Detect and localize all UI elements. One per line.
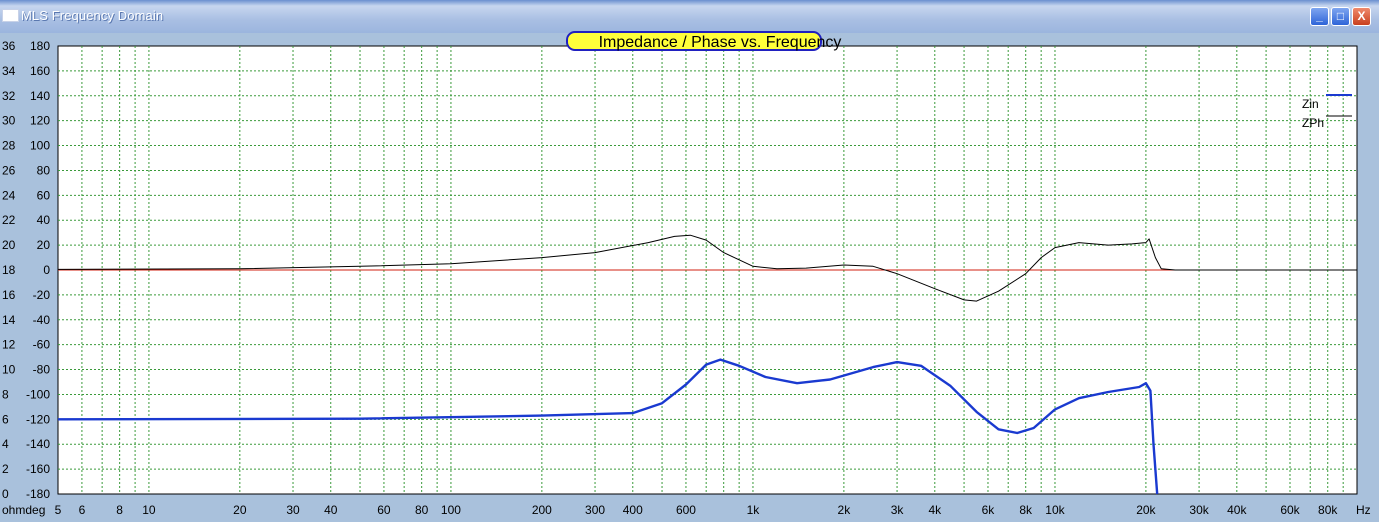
y-right-tick-label: -100 [26, 387, 50, 401]
y-right-tick-label: 180 [30, 39, 50, 53]
y-left-tick-label: 16 [2, 288, 16, 302]
y-right-tick-label: -160 [26, 462, 50, 476]
y-left-tick-label: 12 [2, 338, 16, 352]
y-right-tick-label: 100 [30, 139, 50, 153]
y-right-tick-label: -120 [26, 412, 50, 426]
x-tick-label: 10 [142, 503, 156, 517]
impedance-phase-chart: 3634323028262422201816141210864201801601… [2, 31, 1371, 517]
y-right-tick-label: -60 [33, 338, 51, 352]
y-right-tick-label: -180 [26, 487, 50, 501]
x-tick-label: 400 [623, 503, 643, 517]
legend-label-zin: Zin [1302, 97, 1319, 111]
axis-corner-label: ohmdeg [2, 503, 45, 517]
y-left-tick-label: 8 [2, 387, 9, 401]
x-tick-label: 2k [838, 503, 852, 517]
x-tick-label: 40 [324, 503, 338, 517]
y-axis-labels: 3634323028262422201816141210864201801601… [2, 39, 50, 501]
x-tick-label: 30k [1189, 503, 1209, 517]
x-tick-label: 80 [415, 503, 429, 517]
x-tick-label: 20 [233, 503, 247, 517]
y-left-tick-label: 10 [2, 363, 16, 377]
x-tick-label: 6k [982, 503, 996, 517]
y-left-tick-label: 0 [2, 487, 9, 501]
x-tick-label: 100 [441, 503, 461, 517]
y-left-tick-label: 32 [2, 89, 16, 103]
y-left-tick-label: 36 [2, 39, 16, 53]
y-right-tick-label: 160 [30, 64, 50, 78]
x-tick-label: 600 [676, 503, 696, 517]
y-left-tick-label: 22 [2, 213, 16, 227]
x-tick-label: 4k [928, 503, 942, 517]
y-right-tick-label: -80 [33, 363, 51, 377]
x-tick-label: 10k [1045, 503, 1065, 517]
y-right-tick-label: 60 [37, 188, 51, 202]
y-left-tick-label: 30 [2, 114, 16, 128]
y-left-tick-label: 14 [2, 313, 16, 327]
x-tick-label: 1k [747, 503, 761, 517]
x-unit-label: Hz [1356, 503, 1371, 517]
x-tick-label: 6 [79, 503, 86, 517]
x-tick-label: 200 [532, 503, 552, 517]
legend-label-zph: ZPh [1302, 116, 1324, 130]
y-left-tick-label: 18 [2, 263, 16, 277]
y-right-tick-label: 140 [30, 89, 50, 103]
y-right-tick-label: -40 [33, 313, 51, 327]
y-left-tick-label: 34 [2, 64, 16, 78]
chart-title: Impedance / Phase vs. Frequency [599, 34, 842, 51]
x-tick-label: 30 [286, 503, 300, 517]
y-right-tick-label: 20 [37, 238, 51, 252]
x-tick-label: 8k [1019, 503, 1033, 517]
x-tick-label: 40k [1227, 503, 1247, 517]
y-left-tick-label: 20 [2, 238, 16, 252]
x-tick-label: 20k [1136, 503, 1156, 517]
x-tick-label: 5 [55, 503, 62, 517]
x-tick-label: 8 [116, 503, 123, 517]
y-left-tick-label: 2 [2, 462, 9, 476]
x-axis-labels: 5 6 8 10 20 30 40 60 80 100 200 300 400 600 1k 2k 3k 4k 6k… [55, 503, 1339, 517]
y-right-tick-label: 0 [43, 263, 50, 277]
x-tick-label: 3k [891, 503, 905, 517]
x-tick-label: 80k [1318, 503, 1338, 517]
x-tick-label: 60k [1280, 503, 1300, 517]
y-left-tick-label: 26 [2, 163, 16, 177]
y-left-tick-label: 6 [2, 412, 9, 426]
x-tick-label: 60 [377, 503, 391, 517]
y-left-tick-label: 24 [2, 188, 16, 202]
y-left-tick-label: 4 [2, 437, 9, 451]
y-right-tick-label: 40 [37, 213, 51, 227]
y-right-tick-label: 120 [30, 114, 50, 128]
mls-window: MLS Frequency Domain _ □ X 36 34 32 30 28 26 2… [0, 0, 1379, 522]
y-right-tick-label: -20 [33, 288, 51, 302]
x-tick-label: 300 [585, 503, 605, 517]
y-right-tick-label: 80 [37, 163, 51, 177]
y-left-tick-label: 28 [2, 139, 16, 153]
y-right-tick-label: -140 [26, 437, 50, 451]
